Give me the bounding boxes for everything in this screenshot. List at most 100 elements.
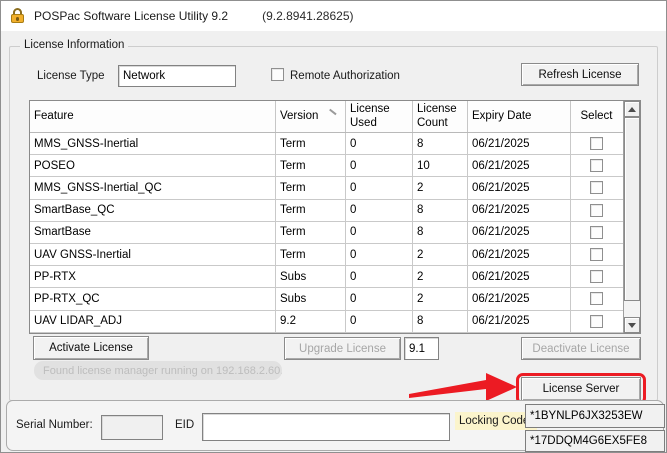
cell-expiry-date[interactable]: 06/21/2025 <box>468 288 571 310</box>
pospac-license-utility-window: POSPac Software License Utility 9.2 (9.2… <box>0 0 667 453</box>
column-header-version[interactable]: Version <box>276 101 346 132</box>
cell-version[interactable]: Term <box>276 199 346 221</box>
column-header-expiry-date[interactable]: Expiry Date <box>468 101 571 132</box>
deactivate-license-button: Deactivate License <box>521 337 641 360</box>
table-vertical-scrollbar[interactable] <box>623 101 640 333</box>
remote-authorization-checkbox[interactable] <box>271 68 284 81</box>
row-select-checkbox[interactable] <box>590 137 603 151</box>
cell-license-count[interactable]: 8 <box>413 199 468 221</box>
cell-feature[interactable]: MMS_GNSS-Inertial <box>30 133 276 155</box>
titlebar: POSPac Software License Utility 9.2 (9.2… <box>1 1 666 31</box>
row-select-checkbox[interactable] <box>590 270 603 284</box>
table-row[interactable]: SmartBase_QC Term 0 8 06/21/2025 <box>30 199 623 222</box>
license-server-button[interactable]: License Server <box>521 377 641 401</box>
table-row[interactable]: MMS_GNSS-Inertial_QC Term 0 2 06/21/2025 <box>30 177 623 200</box>
table-row[interactable]: UAV LIDAR_ADJ 9.2 0 8 06/21/2025 <box>30 310 623 333</box>
column-header-select[interactable]: Select <box>571 101 622 132</box>
cell-version[interactable]: Term <box>276 221 346 243</box>
cell-select <box>571 266 622 287</box>
cell-license-count[interactable]: 8 <box>413 221 468 243</box>
table-row[interactable]: MMS_GNSS-Inertial Term 0 8 06/21/2025 <box>30 133 623 156</box>
cell-license-used[interactable]: 0 <box>346 266 413 288</box>
cell-select <box>571 155 622 176</box>
table-row[interactable]: POSEO Term 0 10 06/21/2025 <box>30 155 623 178</box>
cell-license-used[interactable]: 0 <box>346 310 413 332</box>
cell-feature[interactable]: PP-RTX <box>30 266 276 288</box>
serial-number-field[interactable] <box>101 415 163 440</box>
license-type-field[interactable]: Network <box>118 65 236 87</box>
cell-feature[interactable]: SmartBase_QC <box>30 199 276 221</box>
table-row[interactable]: PP-RTX Subs 0 2 06/21/2025 <box>30 266 623 289</box>
cell-version[interactable]: Term <box>276 177 346 199</box>
cell-feature[interactable]: POSEO <box>30 155 276 177</box>
cell-license-used[interactable]: 0 <box>346 133 413 155</box>
row-select-checkbox[interactable] <box>590 203 603 217</box>
cell-license-used[interactable]: 0 <box>346 177 413 199</box>
cell-license-count[interactable]: 2 <box>413 177 468 199</box>
column-header-license-count[interactable]: License Count <box>413 101 468 132</box>
cell-expiry-date[interactable]: 06/21/2025 <box>468 221 571 243</box>
refresh-license-button[interactable]: Refresh License <box>521 63 639 86</box>
scrollbar-thumb[interactable] <box>624 117 640 301</box>
cell-license-used[interactable]: 0 <box>346 288 413 310</box>
cell-license-count[interactable]: 8 <box>413 310 468 332</box>
cell-feature[interactable]: PP-RTX_QC <box>30 288 276 310</box>
table-row[interactable]: PP-RTX_QC Subs 0 2 06/21/2025 <box>30 288 623 311</box>
row-select-checkbox[interactable] <box>590 292 603 306</box>
cell-expiry-date[interactable]: 06/21/2025 <box>468 243 571 266</box>
license-manager-status-message: Found license manager running on 192.168… <box>34 361 282 380</box>
upgrade-version-field[interactable]: 9.1 <box>404 337 439 360</box>
column-header-feature[interactable]: Feature <box>30 101 276 132</box>
cell-version[interactable]: 9.2 <box>276 310 346 332</box>
row-select-checkbox[interactable] <box>590 225 603 239</box>
eid-field[interactable] <box>202 413 450 441</box>
cell-feature[interactable]: MMS_GNSS-Inertial_QC <box>30 177 276 199</box>
upgrade-license-button: Upgrade License <box>284 337 401 360</box>
cell-version[interactable]: Term <box>276 155 346 177</box>
row-select-checkbox[interactable] <box>590 248 603 262</box>
cell-license-used[interactable]: 0 <box>346 155 413 177</box>
row-select-checkbox[interactable] <box>590 314 603 328</box>
cell-version[interactable]: Subs <box>276 288 346 310</box>
table-row[interactable]: SmartBase Term 0 8 06/21/2025 <box>30 221 623 244</box>
cell-select <box>571 133 622 154</box>
sort-indicator-icon <box>329 108 337 115</box>
locking-code-field-1[interactable]: *1BYNLP6JX3253EW <box>525 404 665 428</box>
cell-select <box>571 177 622 198</box>
cell-feature[interactable]: SmartBase <box>30 221 276 243</box>
cell-license-used[interactable]: 0 <box>346 243 413 266</box>
cell-feature[interactable]: UAV LIDAR_ADJ <box>30 310 276 332</box>
table-row[interactable]: UAV GNSS-Inertial Term 0 2 06/21/2025 <box>30 243 623 267</box>
cell-expiry-date[interactable]: 06/21/2025 <box>468 199 571 221</box>
cell-license-count[interactable]: 2 <box>413 288 468 310</box>
cell-expiry-date[interactable]: 06/21/2025 <box>468 266 571 288</box>
locking-code-field-2[interactable]: *17DDQM4G6EX5FE8 <box>525 430 665 452</box>
cell-license-used[interactable]: 0 <box>346 221 413 243</box>
cell-version[interactable]: Term <box>276 243 346 266</box>
cell-license-count[interactable]: 8 <box>413 133 468 155</box>
column-header-license-used[interactable]: License Used <box>346 101 413 132</box>
scroll-down-icon[interactable] <box>624 317 640 333</box>
scroll-up-icon[interactable] <box>624 101 640 117</box>
cell-expiry-date[interactable]: 06/21/2025 <box>468 177 571 199</box>
cell-expiry-date[interactable]: 06/21/2025 <box>468 155 571 177</box>
cell-license-count[interactable]: 2 <box>413 243 468 266</box>
cell-feature[interactable]: UAV GNSS-Inertial <box>30 243 276 266</box>
footer-panel: Serial Number: EID Locking Code: *1BYNLP… <box>6 400 665 452</box>
cell-license-count[interactable]: 2 <box>413 266 468 288</box>
cell-select <box>571 311 622 332</box>
cell-license-used[interactable]: 0 <box>346 199 413 221</box>
cell-select <box>571 222 622 243</box>
row-select-checkbox[interactable] <box>590 159 603 173</box>
cell-license-count[interactable]: 10 <box>413 155 468 177</box>
row-select-checkbox[interactable] <box>590 181 603 195</box>
window-build-number: (9.2.8941.28625) <box>262 9 354 23</box>
eid-label: EID <box>175 419 195 431</box>
activate-license-button[interactable]: Activate License <box>33 336 149 360</box>
cell-version[interactable]: Subs <box>276 266 346 288</box>
cell-version[interactable]: Term <box>276 133 346 155</box>
cell-expiry-date[interactable]: 06/21/2025 <box>468 133 571 155</box>
cell-expiry-date[interactable]: 06/21/2025 <box>468 310 571 332</box>
group-label: License Information <box>20 39 129 51</box>
cell-select <box>571 288 622 309</box>
